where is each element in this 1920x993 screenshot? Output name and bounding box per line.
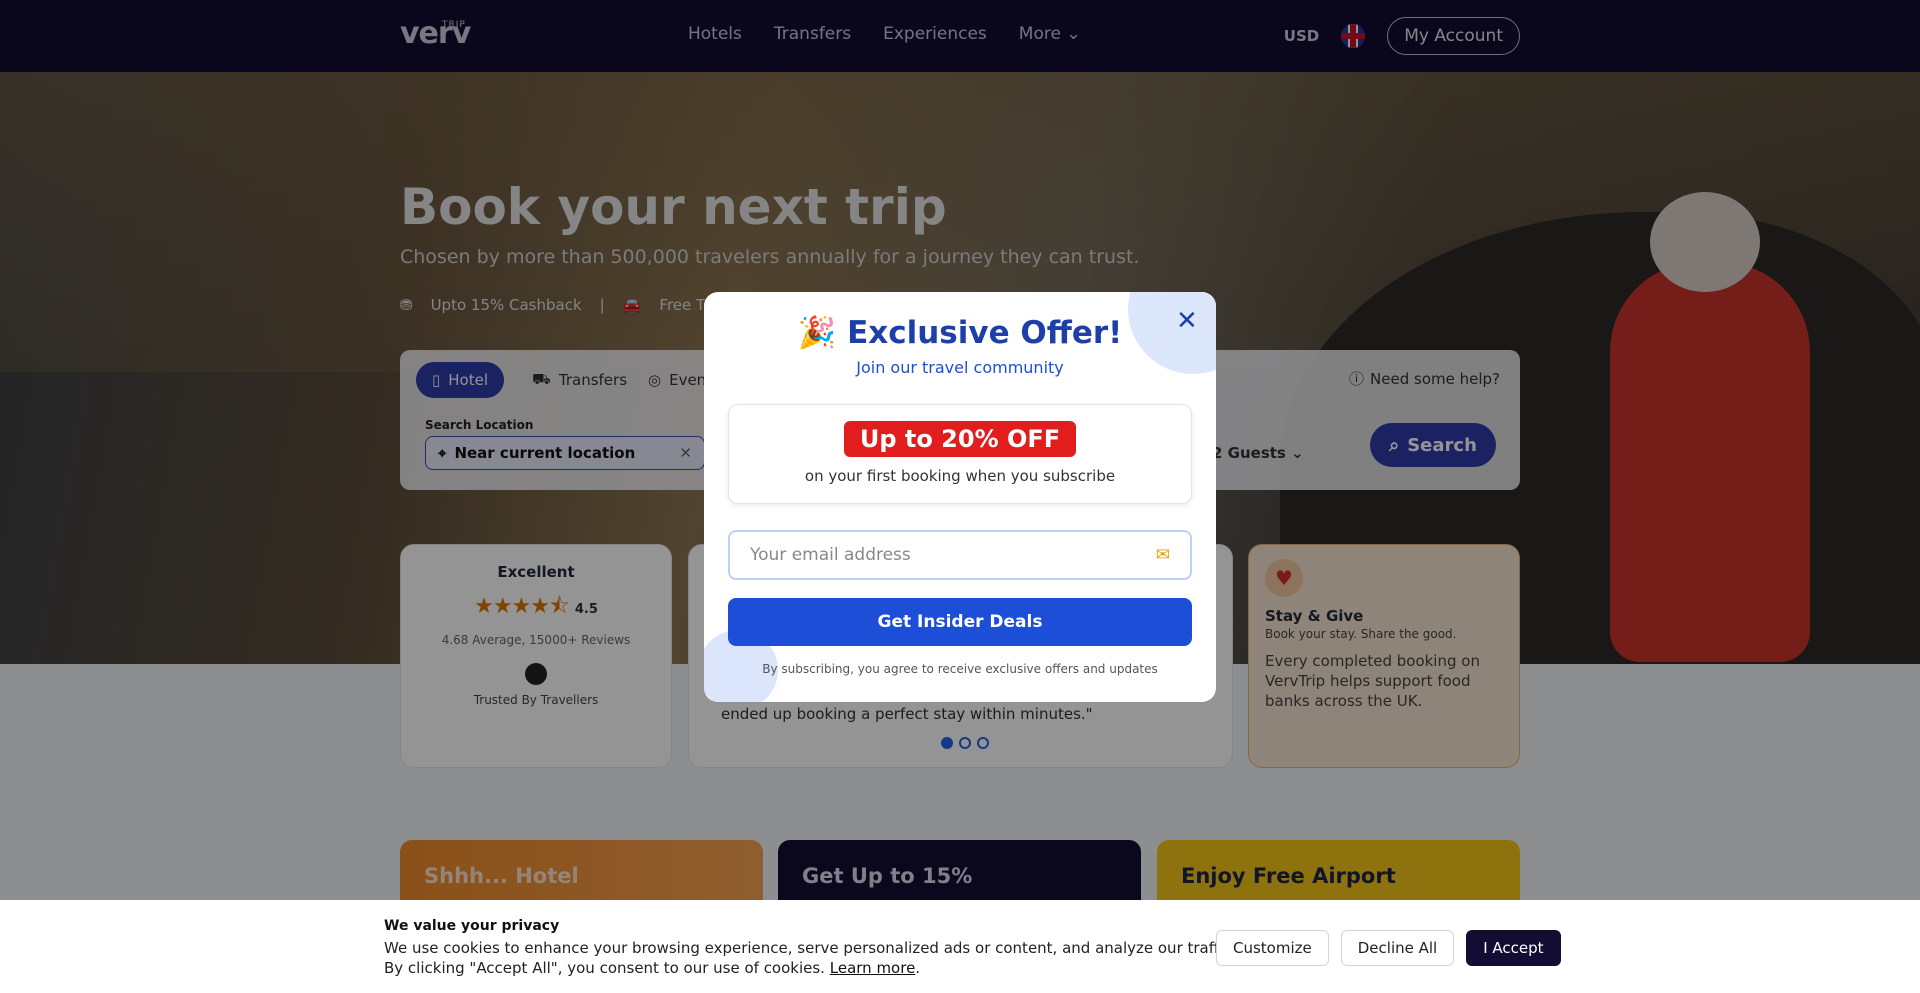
get-insider-deals-button[interactable]: Get Insider Deals [728, 598, 1192, 646]
accept-button[interactable]: I Accept [1466, 930, 1561, 966]
cookie-title: We value your privacy [384, 918, 560, 934]
party-popper-icon: 🎉 [797, 315, 837, 351]
subscribe-note: By subscribing, you agree to receive exc… [762, 662, 1158, 676]
offer-text: on your first booking when you subscribe [804, 467, 1116, 485]
customize-button[interactable]: Customize [1216, 930, 1329, 966]
exclusive-offer-modal: ✕ 🎉 Exclusive Offer! Join our travel com… [704, 292, 1216, 702]
close-icon[interactable]: ✕ [1176, 306, 1198, 336]
decline-all-button[interactable]: Decline All [1340, 930, 1455, 966]
offer-box: Up to 20% OFF on your first booking when… [728, 404, 1192, 504]
learn-more-link[interactable]: Learn more [830, 959, 916, 977]
modal-subtitle: Join our travel community [856, 358, 1064, 377]
cookie-banner: We value your privacy We use cookies to … [0, 900, 1920, 993]
discount-badge: Up to 20% OFF [843, 421, 1077, 457]
email-input[interactable]: Your email address ✉ [728, 530, 1192, 580]
cookie-text: We use cookies to enhance your browsing … [384, 939, 1237, 977]
envelope-icon: ✉ [1155, 545, 1170, 565]
modal-title: 🎉 Exclusive Offer! [797, 315, 1123, 351]
